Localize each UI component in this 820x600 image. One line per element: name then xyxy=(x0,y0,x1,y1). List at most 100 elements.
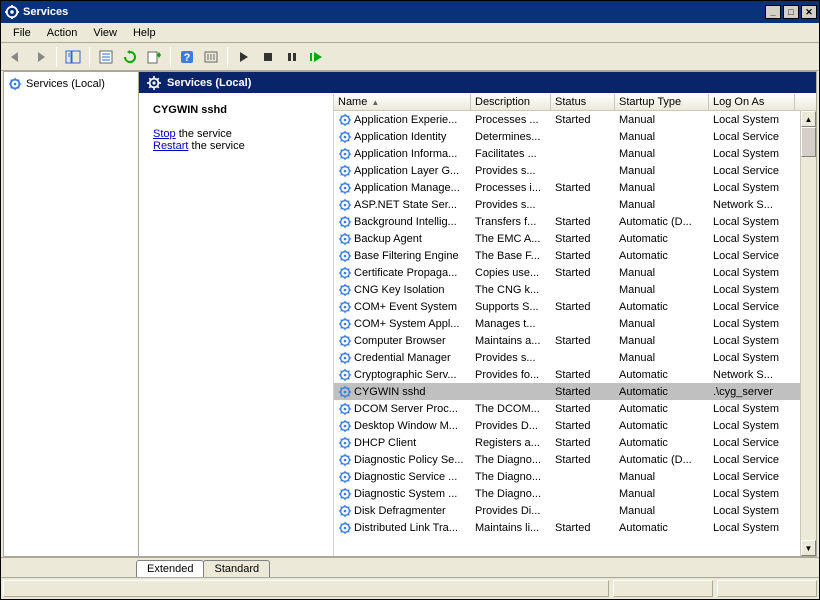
menu-bar: File Action View Help xyxy=(1,23,819,43)
col-header-log-on-as[interactable]: Log On As xyxy=(709,94,795,110)
service-row[interactable]: Diagnostic Policy Se...The Diagno...Star… xyxy=(334,451,816,468)
menu-help[interactable]: Help xyxy=(125,25,164,41)
start-service-button[interactable] xyxy=(233,46,255,68)
col-header-startup-type[interactable]: Startup Type xyxy=(615,94,709,110)
cell-log-on-as: Local System xyxy=(709,148,795,160)
cell-log-on-as: Local System xyxy=(709,318,795,330)
view-header: Services (Local) xyxy=(139,72,816,94)
show-hide-tree-button[interactable] xyxy=(62,46,84,68)
content-area: Services (Local) Services (Local) CYGWIN… xyxy=(3,71,817,557)
service-name-text: Application Informa... xyxy=(354,148,457,160)
service-name-text: Base Filtering Engine xyxy=(354,250,459,262)
cell-startup-type: Manual xyxy=(615,335,709,347)
scroll-down-button[interactable]: ▼ xyxy=(801,540,816,556)
service-row[interactable]: CNG Key IsolationThe CNG k...ManualLocal… xyxy=(334,281,816,298)
cell-log-on-as: Local Service xyxy=(709,131,795,143)
col-header-description[interactable]: Description xyxy=(471,94,551,110)
services-list-body[interactable]: Application Experie...Processes ...Start… xyxy=(334,111,816,556)
col-header-status[interactable]: Status xyxy=(551,94,615,110)
tab-extended[interactable]: Extended xyxy=(136,560,204,577)
maximize-button[interactable]: □ xyxy=(783,5,799,19)
cell-log-on-as: Local System xyxy=(709,216,795,228)
cell-log-on-as: .\cyg_server xyxy=(709,386,795,398)
menu-file[interactable]: File xyxy=(5,25,39,41)
cell-description: Provides s... xyxy=(471,165,551,177)
service-row[interactable]: Desktop Window M...Provides D...StartedA… xyxy=(334,417,816,434)
cell-log-on-as: Local System xyxy=(709,182,795,194)
service-name-text: Certificate Propaga... xyxy=(354,267,457,279)
service-row[interactable]: Base Filtering EngineThe Base F...Starte… xyxy=(334,247,816,264)
service-row[interactable]: Diagnostic System ...The Diagno...Manual… xyxy=(334,485,816,502)
service-row[interactable]: Application Informa... Facilitates ... Man… xyxy=(334,145,816,162)
service-gear-icon xyxy=(338,402,352,416)
service-row[interactable]: Application Layer G...Provides s...Manua… xyxy=(334,162,816,179)
service-row[interactable]: Cryptographic Serv...Provides fo...Start… xyxy=(334,366,816,383)
close-button[interactable]: ✕ xyxy=(801,5,817,19)
cell-description: Provides fo... xyxy=(471,369,551,381)
export-list-button[interactable] xyxy=(143,46,165,68)
restart-service-link[interactable]: Restart xyxy=(153,140,188,152)
service-row[interactable]: Computer BrowserMaintains a...StartedMan… xyxy=(334,332,816,349)
service-row[interactable]: COM+ Event SystemSupports S...StartedAut… xyxy=(334,298,816,315)
scroll-thumb[interactable] xyxy=(801,127,816,157)
cell-description: Transfers f... xyxy=(471,216,551,228)
service-row[interactable]: Diagnostic Service ...The Diagno...Manua… xyxy=(334,468,816,485)
cell-description: Registers a... xyxy=(471,437,551,449)
service-row[interactable]: ASP.NET State Ser...Provides s...ManualN… xyxy=(334,196,816,213)
service-row[interactable]: Disk DefragmenterProvides Di...ManualLoc… xyxy=(334,502,816,519)
service-row[interactable]: DCOM Server Proc...The DCOM...StartedAut… xyxy=(334,400,816,417)
service-gear-icon xyxy=(338,130,352,144)
service-name-text: Cryptographic Serv... xyxy=(354,369,457,381)
service-row[interactable]: Credential ManagerProvides s...ManualLoc… xyxy=(334,349,816,366)
service-row[interactable]: COM+ System Appl...Manages t...ManualLoc… xyxy=(334,315,816,332)
tree-root-services-local[interactable]: Services (Local) xyxy=(6,76,136,92)
cell-startup-type: Manual xyxy=(615,352,709,364)
service-row[interactable]: Background Intellig...Transfers f...Star… xyxy=(334,213,816,230)
stop-service-button[interactable] xyxy=(257,46,279,68)
service-row[interactable]: CYGWIN sshdStartedAutomatic.\cyg_server xyxy=(334,383,816,400)
cell-startup-type: Manual xyxy=(615,165,709,177)
service-gear-icon xyxy=(338,113,352,127)
service-gear-icon xyxy=(338,283,352,297)
cell-description: Supports S... xyxy=(471,301,551,313)
tab-standard[interactable]: Standard xyxy=(203,560,270,577)
service-name-text: COM+ System Appl... xyxy=(354,318,459,330)
cell-name: ASP.NET State Ser... xyxy=(334,198,471,212)
cell-name: Application Manage... xyxy=(334,181,471,195)
col-header-name[interactable]: Name▲ xyxy=(334,94,471,110)
cell-startup-type: Manual xyxy=(615,148,709,160)
help-button[interactable]: ? xyxy=(176,46,198,68)
service-row[interactable]: Certificate Propaga...Copies use...Start… xyxy=(334,264,816,281)
toolbar-extra-button[interactable] xyxy=(200,46,222,68)
service-row[interactable]: Application Experie...Processes ...Start… xyxy=(334,111,816,128)
tree-root-label: Services (Local) xyxy=(26,78,105,90)
restart-service-button[interactable] xyxy=(305,46,327,68)
cell-description: Facilitates ... xyxy=(471,148,551,160)
service-row[interactable]: Backup AgentThe EMC A...StartedAutomatic… xyxy=(334,230,816,247)
cell-description: Processes ... xyxy=(471,114,551,126)
cell-description: Maintains a... xyxy=(471,335,551,347)
menu-view[interactable]: View xyxy=(85,25,125,41)
pause-service-button[interactable] xyxy=(281,46,303,68)
properties-button[interactable] xyxy=(95,46,117,68)
forward-button[interactable] xyxy=(29,46,51,68)
service-row[interactable]: Application IdentityDetermines...ManualL… xyxy=(334,128,816,145)
cell-log-on-as: Local System xyxy=(709,233,795,245)
stop-service-link[interactable]: Stop xyxy=(153,128,176,140)
cell-log-on-as: Local Service xyxy=(709,437,795,449)
menu-action[interactable]: Action xyxy=(39,25,86,41)
cell-log-on-as: Local System xyxy=(709,420,795,432)
scroll-up-button[interactable]: ▲ xyxy=(801,111,816,127)
service-row[interactable]: DHCP ClientRegisters a...StartedAutomati… xyxy=(334,434,816,451)
service-gear-icon xyxy=(338,521,352,535)
minimize-button[interactable]: _ xyxy=(765,5,781,19)
cell-log-on-as: Network S... xyxy=(709,199,795,211)
cell-name: Cryptographic Serv... xyxy=(334,368,471,382)
vertical-scrollbar[interactable]: ▲ ▼ xyxy=(800,111,816,556)
cell-startup-type: Automatic xyxy=(615,437,709,449)
service-row[interactable]: Application Manage...Processes i...Start… xyxy=(334,179,816,196)
service-row[interactable]: Distributed Link Tra...Maintains li...St… xyxy=(334,519,816,536)
cell-startup-type: Manual xyxy=(615,505,709,517)
refresh-button[interactable] xyxy=(119,46,141,68)
back-button[interactable] xyxy=(5,46,27,68)
